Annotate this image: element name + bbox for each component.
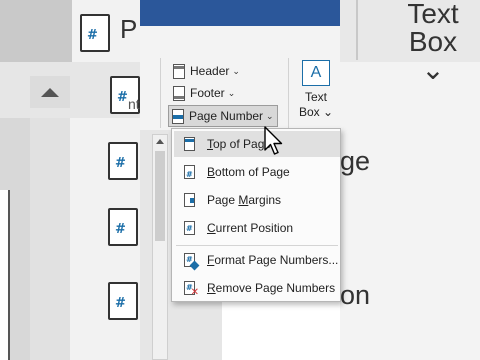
scroll-up-button[interactable] (30, 76, 70, 108)
text-box-large-label: Text Box ⌄ (398, 0, 468, 84)
partial-ribbon-label: P (120, 14, 138, 44)
page-number-icon (172, 108, 184, 124)
background-right-pane: Text Box ⌄ ge on (340, 0, 480, 360)
footer-label: Footer (190, 86, 225, 100)
footer-icon (173, 85, 185, 101)
page-margins-icon (184, 193, 195, 207)
vertical-scrollbar[interactable] (152, 134, 168, 360)
page-top-icon (184, 137, 195, 151)
menu-item-remove-page-numbers[interactable]: # ✕ Remove Page Numbers (174, 275, 340, 301)
page-bottom-icon (108, 208, 138, 246)
text-box-button[interactable]: A Text Box ⌄ (296, 60, 336, 124)
chevron-down-icon: ⌄ (266, 110, 274, 121)
triangle-up-icon (41, 87, 59, 97)
menu-item-current-position[interactable]: # Current Position (174, 215, 340, 241)
ribbon-separator (356, 0, 358, 60)
current-position-icon: # (184, 221, 195, 235)
page-number-label: Page Number (189, 109, 264, 123)
format-page-numbers-icon: # (184, 253, 200, 271)
text-box-label-line2: Box ⌄ (298, 105, 334, 119)
page-number-large-icon (80, 14, 110, 52)
chevron-down-icon: ⌄ (232, 65, 240, 76)
menu-item-bottom-of-page[interactable]: # Bottom of Page (174, 159, 340, 185)
text-box-icon: A (302, 60, 330, 86)
title-bar (140, 0, 340, 26)
format-page-numbers-icon (108, 282, 138, 320)
page-bottom-icon: # (184, 165, 195, 179)
scroll-up-arrow-icon[interactable] (156, 139, 164, 144)
left-scrollbar[interactable] (30, 118, 70, 360)
menu-item-top-of-page[interactable]: Top of Page (174, 131, 340, 157)
menu-item-label: Page Margins (207, 193, 282, 207)
page-number-button[interactable]: Page Number ⌄ (168, 105, 278, 127)
text-box-large-line1: Text (407, 0, 459, 29)
partial-ribbon-text: nt (128, 96, 140, 112)
left-document-page (0, 190, 10, 360)
menu-item-label: Bottom of Page (207, 165, 290, 179)
ribbon-group-separator-right (288, 58, 289, 128)
ribbon-group-separator (160, 58, 161, 128)
menu-item-label: Current Position (207, 221, 294, 235)
document-page[interactable] (222, 300, 340, 360)
mouse-pointer-icon (264, 126, 283, 155)
menu-item-label: Format Page Numbers... (207, 253, 339, 267)
header-icon (173, 63, 185, 79)
text-box-label-line1: Text (304, 90, 327, 104)
menu-item-format-page-numbers[interactable]: # Format Page Numbers... (174, 247, 340, 273)
menu-item-page-margins[interactable]: Page Margins (174, 187, 340, 213)
ribbon-insert-tab: Header ⌄ Footer ⌄ Page Number ⌄ A Text B… (140, 26, 340, 130)
menu-item-label: Remove Page Numbers (207, 281, 336, 295)
page-number-dropdown-menu: Top of Page # Bottom of Page Page Margin… (171, 128, 341, 302)
partial-menu-text: ge (340, 146, 371, 176)
text-box-large-line2: Box ⌄ (408, 26, 458, 85)
page-top-icon (108, 142, 138, 180)
partial-menu-text-lower: on (340, 280, 371, 310)
header-button[interactable]: Header ⌄ (170, 60, 243, 82)
remove-page-numbers-icon: # ✕ (184, 281, 199, 298)
text-box-label: Text Box ⌄ (299, 90, 333, 120)
left-dark-panel (0, 0, 72, 62)
header-label: Header (190, 64, 230, 78)
menu-separator (176, 245, 338, 246)
scroll-thumb[interactable] (155, 151, 165, 241)
menu-item-label: Top of Page (207, 137, 272, 151)
footer-button[interactable]: Footer ⌄ (170, 82, 238, 104)
chevron-down-icon: ⌄ (227, 87, 236, 98)
background-left-pane: P nt (0, 0, 140, 360)
